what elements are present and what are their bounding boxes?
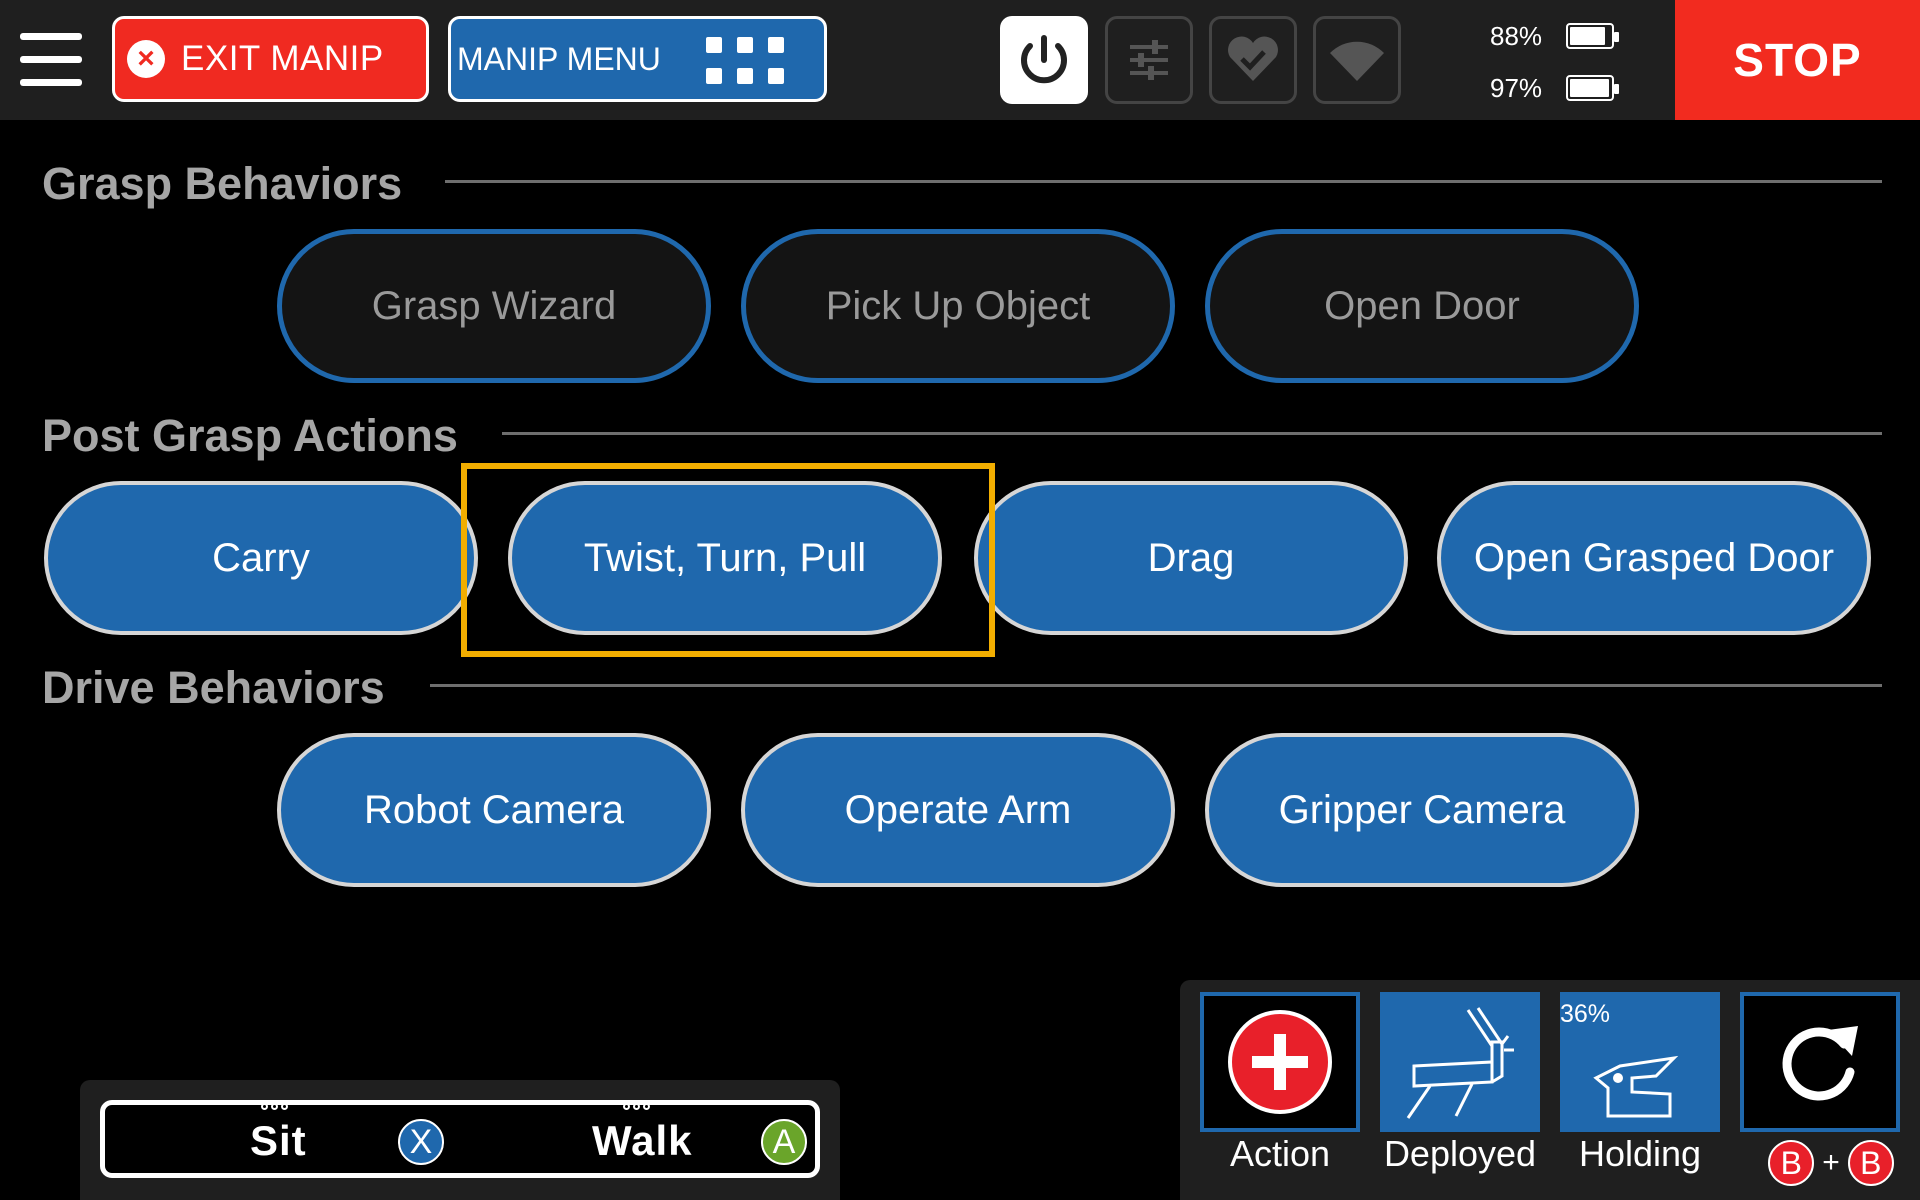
power-icon (1021, 35, 1067, 84)
battery-icon (1566, 75, 1619, 101)
section-title-grasp-behaviors: Grasp Behaviors (42, 158, 403, 209)
gripper-camera-button[interactable]: Gripper Camera (1205, 733, 1639, 887)
refresh-icon (1782, 1026, 1858, 1101)
open-grasped-door-button[interactable]: Open Grasped Door (1437, 481, 1871, 635)
holding-tile[interactable]: 36% (1560, 992, 1720, 1132)
deployed-caption: Deployed (1383, 1133, 1537, 1174)
deployed-tile[interactable] (1380, 992, 1540, 1132)
plus-sign: + (1822, 1146, 1840, 1179)
battery-status-2: 97% (1490, 70, 1630, 106)
stop-label: STOP (1733, 34, 1862, 86)
grid-icon (706, 37, 784, 85)
battery-fill (1570, 79, 1609, 97)
robot-camera-button[interactable]: Robot Camera (277, 733, 711, 887)
dots-indicator (261, 1103, 288, 1110)
b-button-icon: B (1768, 1140, 1815, 1186)
arm-status-panel: Action Deployed 36% Holding B + B (1180, 980, 1920, 1200)
battery-percent: 88% (1490, 20, 1543, 51)
heart-check-icon (1228, 36, 1278, 81)
wifi-icon (1330, 41, 1384, 81)
sit-button[interactable]: Sit (250, 1117, 307, 1165)
action-tile[interactable] (1200, 992, 1360, 1132)
close-circle-icon: × (127, 40, 165, 78)
battery-status-1: 88% (1490, 18, 1630, 54)
holding-caption: Holding (1578, 1133, 1702, 1174)
open-door-button[interactable]: Open Door (1205, 229, 1639, 383)
wifi-button[interactable] (1313, 16, 1401, 104)
settings-sliders-button[interactable] (1105, 16, 1193, 104)
power-button[interactable] (1000, 16, 1088, 104)
b-button-icon: B (1847, 1140, 1894, 1186)
drag-button[interactable]: Drag (974, 481, 1408, 635)
grasp-wizard-button[interactable]: Grasp Wizard (277, 229, 711, 383)
exit-manip-label: EXIT MANIP (181, 39, 384, 78)
section-title-drive-behaviors: Drive Behaviors (42, 662, 385, 713)
exit-manip-button[interactable]: × EXIT MANIP (112, 16, 429, 102)
battery-icon (1566, 23, 1619, 49)
battery-percent: 97% (1490, 72, 1543, 103)
manip-menu-label: MANIP MENU (457, 40, 661, 77)
operate-arm-button[interactable]: Operate Arm (741, 733, 1175, 887)
b-b-combo-hint: B + B (1746, 1140, 1916, 1186)
gripper-holding-icon (1593, 1055, 1679, 1118)
health-button[interactable] (1209, 16, 1297, 104)
dots-indicator (623, 1103, 650, 1110)
carry-button[interactable]: Carry (44, 481, 478, 635)
a-button-icon: A (761, 1119, 807, 1165)
sliders-icon (1130, 40, 1168, 80)
top-bar: × EXIT MANIP MANIP MENU 88% 97% STOP (0, 0, 1920, 120)
action-caption: Action (1229, 1133, 1331, 1174)
add-action-icon (1228, 1010, 1332, 1114)
x-button-icon: X (398, 1119, 444, 1165)
walk-button[interactable]: Walk (592, 1117, 692, 1165)
gait-selector: Sit X Walk A (100, 1100, 820, 1178)
refresh-tile[interactable] (1740, 992, 1900, 1132)
battery-fill (1570, 27, 1605, 45)
stop-button[interactable]: STOP (1675, 0, 1920, 120)
gait-bar: Sit X Walk A (80, 1080, 840, 1200)
manip-menu-button[interactable]: MANIP MENU (448, 16, 827, 102)
hamburger-menu-icon[interactable] (20, 33, 82, 87)
pick-up-object-button[interactable]: Pick Up Object (741, 229, 1175, 383)
arm-deployed-icon (1406, 1007, 1514, 1119)
section-title-post-grasp-actions: Post Grasp Actions (42, 410, 458, 461)
section-divider (445, 180, 1882, 183)
section-divider (430, 684, 1882, 687)
twist-turn-pull-button[interactable]: Twist, Turn, Pull (508, 481, 942, 635)
section-divider (502, 432, 1882, 435)
